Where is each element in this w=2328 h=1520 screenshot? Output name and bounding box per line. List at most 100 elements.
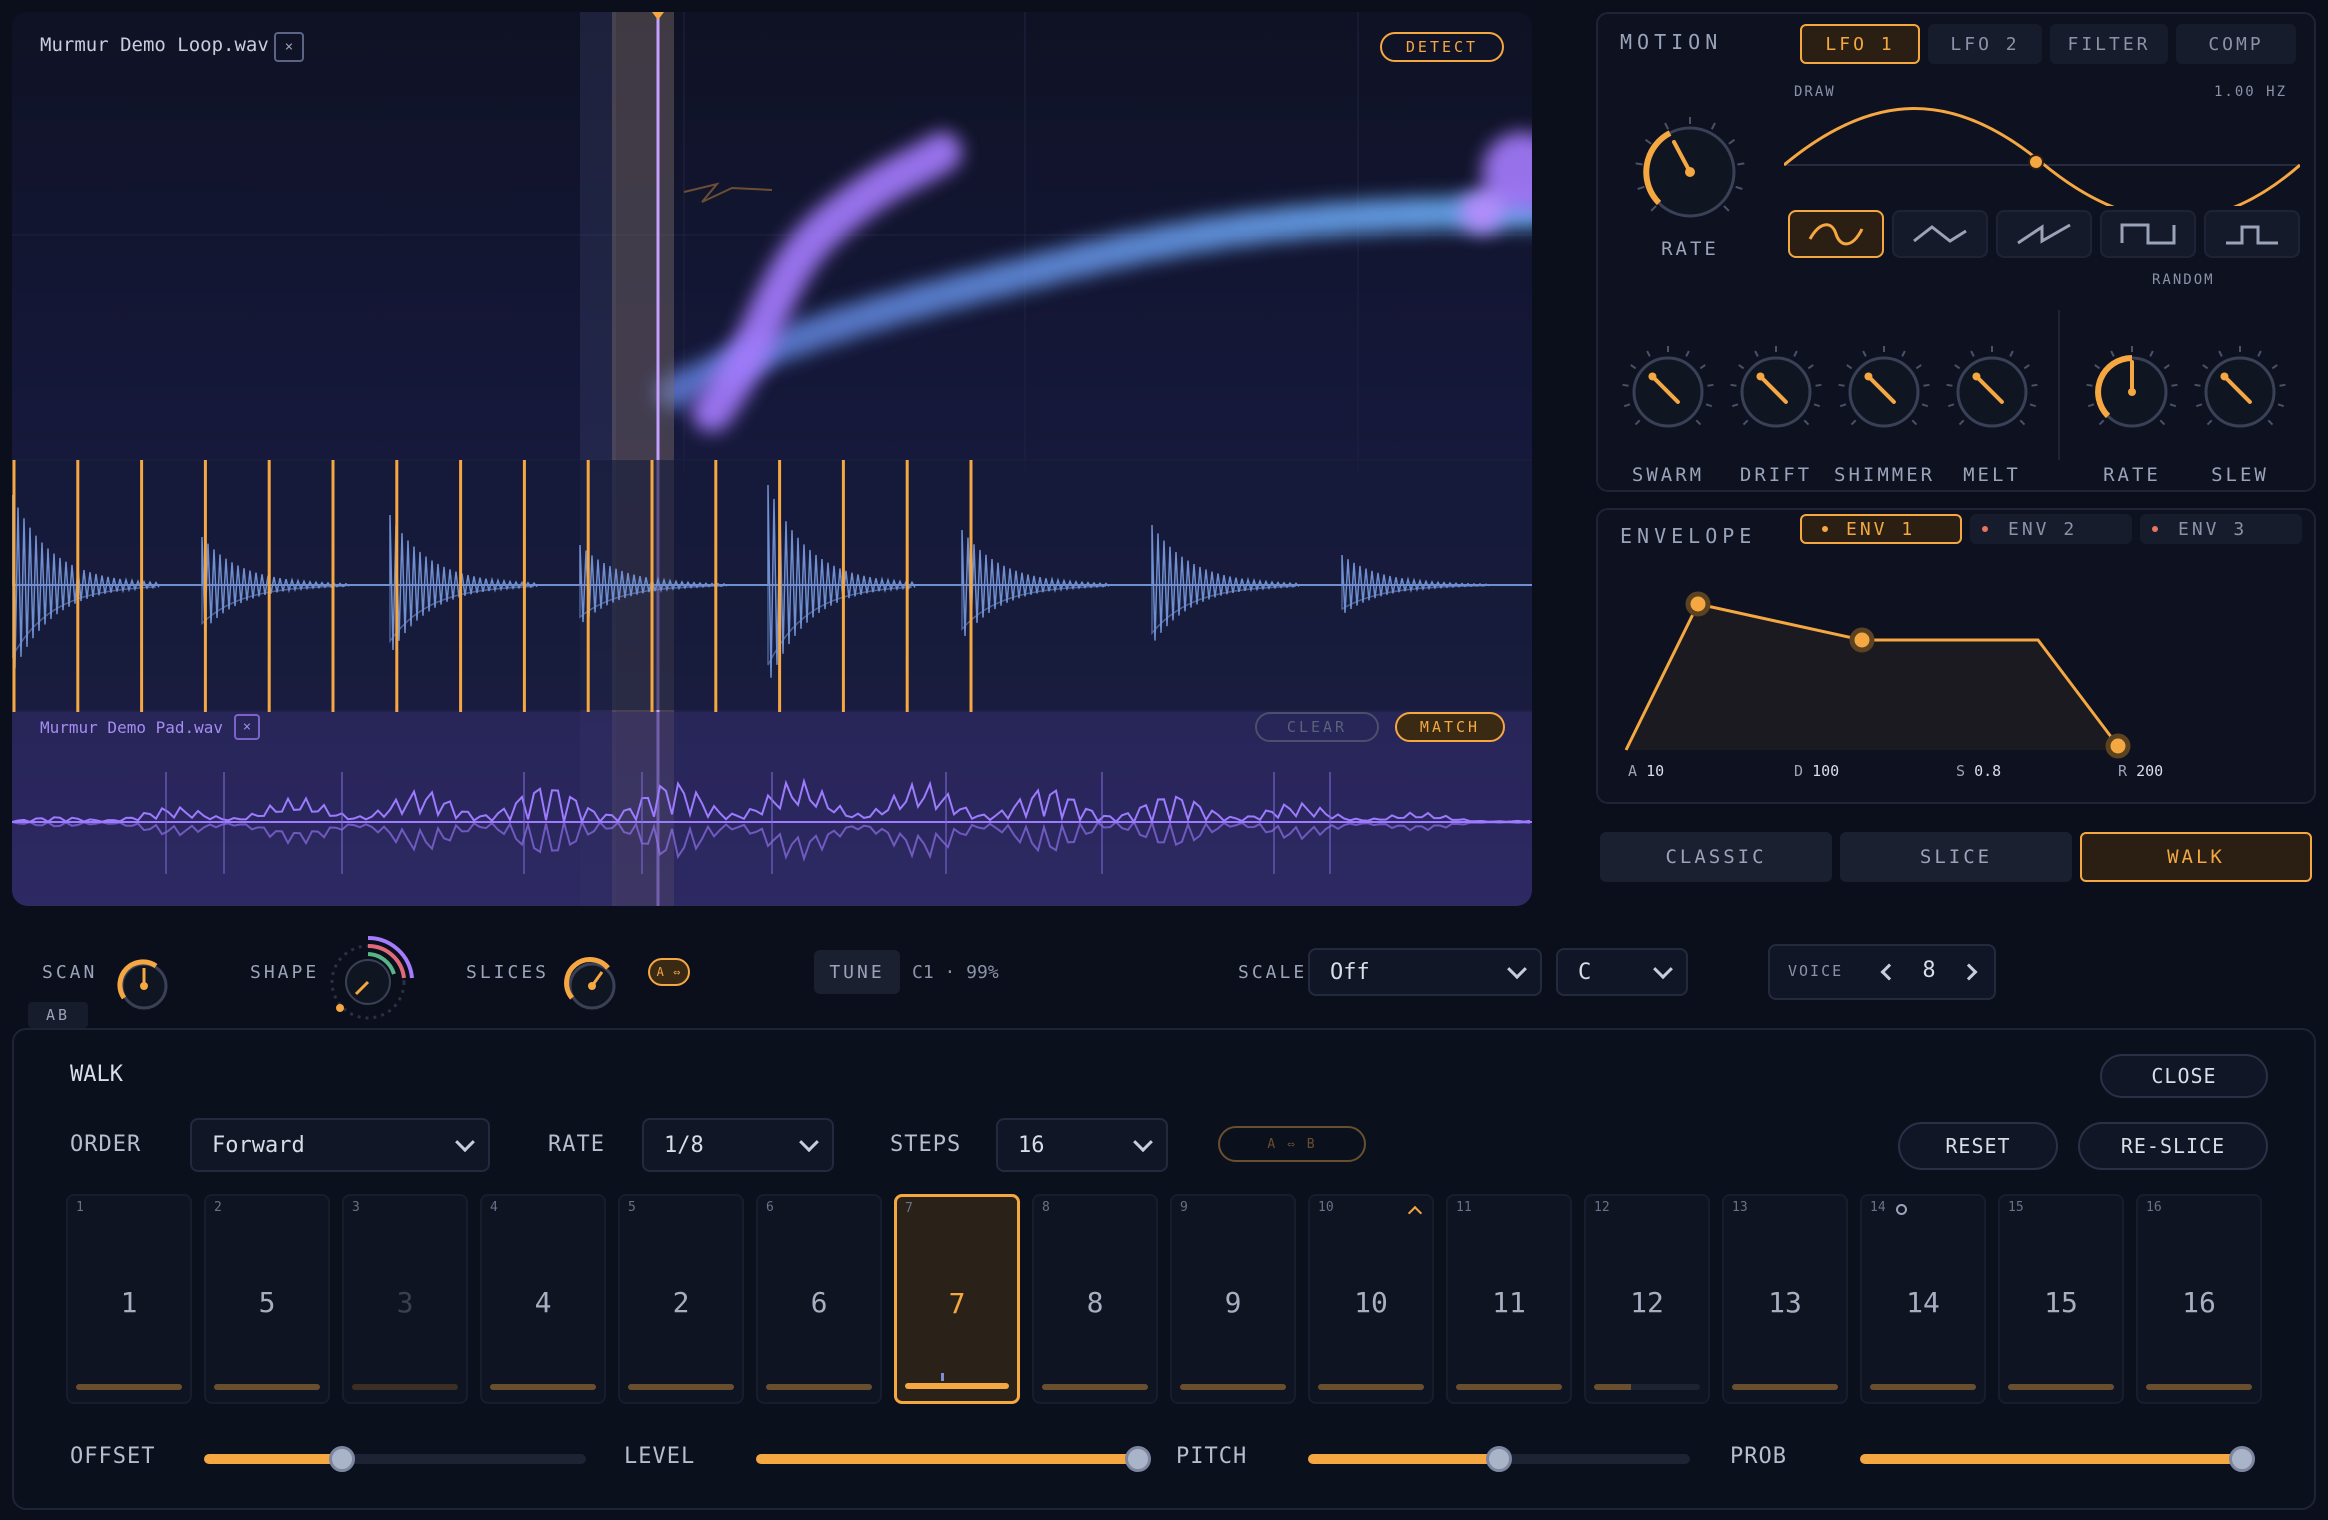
step-level-bar[interactable] [490,1384,596,1390]
voice-prev-button[interactable] [1874,954,1904,990]
step-level-bar[interactable] [766,1384,872,1390]
tab-filter[interactable]: FILTER [2050,24,2168,64]
knob-tick [2194,383,2201,387]
wave-square-button[interactable] [2100,210,2196,258]
shape-knob[interactable] [318,928,418,1028]
slider-level[interactable] [756,1446,1151,1472]
walk-step[interactable]: 99 [1170,1194,1296,1404]
lfo-draw-canvas[interactable] [1784,100,2300,206]
wave-sine-button[interactable] [1788,210,1884,258]
step-level-bar[interactable] [1318,1384,1424,1390]
step-level-bar[interactable] [1042,1384,1148,1390]
walk-step[interactable]: 88 [1032,1194,1158,1404]
step-level-bar[interactable] [1180,1384,1286,1390]
scale-select[interactable]: Off [1308,948,1542,996]
envelope-graph[interactable] [1618,550,2298,760]
step-level-bar[interactable] [2008,1384,2114,1390]
tab-lfo2[interactable]: LFO 2 [1928,24,2042,64]
step-level-bar[interactable] [2146,1384,2252,1390]
ab-toggle[interactable]: A ⇔ [648,958,690,986]
walk-step[interactable]: 11 11 [1446,1194,1572,1404]
detect-button[interactable]: DETECT [1380,32,1504,62]
walk-step[interactable]: 52 [618,1194,744,1404]
key-select[interactable]: C [1556,948,1688,996]
slider-pitch[interactable] [1308,1446,1690,1472]
knob-dial[interactable] [2082,340,2182,440]
close-loop-button[interactable]: × [274,32,304,62]
slider-thumb[interactable] [1486,1446,1512,1472]
clear-button[interactable]: CLEAR [1255,712,1379,742]
walk-step[interactable]: 66 [756,1194,882,1404]
knob-tick [1707,383,1714,387]
walk-step[interactable]: 77 [894,1194,1020,1404]
reset-button[interactable]: RESET [1898,1122,2058,1170]
close-pad-button[interactable]: × [234,714,260,740]
walk-step[interactable]: 15 15 [1998,1194,2124,1404]
close-button[interactable]: CLOSE [2100,1054,2268,1098]
step-level-bar[interactable] [628,1384,734,1390]
tab-comp[interactable]: COMP [2176,24,2296,64]
tab-env2[interactable]: ENV 2 [1970,514,2132,544]
mode-slice[interactable]: SLICE [1840,832,2072,882]
knob-dial[interactable] [1726,340,1826,440]
reslice-button[interactable]: RE-SLICE [2078,1122,2268,1170]
knob-slew-random[interactable]: SLEW [2190,340,2290,490]
slider-thumb[interactable] [328,1446,355,1472]
walk-step[interactable]: 44 [480,1194,606,1404]
knob-dial[interactable] [1834,340,1934,440]
scan-knob[interactable] [112,954,176,1018]
knob-drift[interactable]: DRIFT [1726,340,1826,490]
walk-step[interactable]: 25 [204,1194,330,1404]
step-level-bar[interactable] [1456,1384,1562,1390]
knob-dial[interactable] [1942,340,2042,440]
tab-env3[interactable]: ENV 3 [2140,514,2302,544]
slider-thumb[interactable] [1125,1446,1151,1472]
step-level-bar[interactable] [1594,1384,1700,1390]
knob-rate-random[interactable]: RATE [2082,340,2182,490]
walk-step[interactable]: 13 13 [1722,1194,1848,1404]
steps-select[interactable]: 16 [996,1118,1168,1172]
knob-shimmer[interactable]: SHIMMER [1834,340,1934,490]
walk-step[interactable]: 33 [342,1194,468,1404]
file-name-pad: Murmur Demo Pad.wav [40,718,224,737]
knob-tick [1685,350,1690,357]
slider-offset[interactable] [204,1446,586,1472]
step-level-bar[interactable] [1732,1384,1838,1390]
slider-prob[interactable] [1860,1446,2255,1472]
step-level-bar[interactable] [352,1384,458,1390]
lfo-rate-knob[interactable] [1632,114,1748,230]
step-level-bar[interactable] [1870,1384,1976,1390]
slices-knob[interactable] [560,954,624,1018]
mode-walk[interactable]: WALK [2080,832,2312,882]
knob-tick [1644,138,1652,145]
wave-pulse-button[interactable] [2204,210,2300,258]
tab-lfo1[interactable]: LFO 1 [1800,24,1920,64]
knob-swarm[interactable]: SWARM [1618,340,1718,490]
step-level-bar[interactable] [214,1384,320,1390]
waveform-panel[interactable]: Murmur Demo Loop.wav × DETECT Murmur Dem… [12,12,1532,906]
tab-env1[interactable]: ENV 1 [1800,514,1962,544]
slider-thumb[interactable] [2229,1446,2255,1472]
walk-step[interactable]: 12 12 [1584,1194,1710,1404]
tune-button[interactable]: TUNE [814,950,900,994]
match-button[interactable]: MATCH [1395,712,1505,742]
wave-saw-button[interactable] [1996,210,2092,258]
walk-step[interactable]: 10 10 [1308,1194,1434,1404]
walk-step[interactable]: 11 [66,1194,192,1404]
order-select[interactable]: Forward [190,1118,490,1172]
knob-dial[interactable] [1618,340,1718,440]
step-level-bar[interactable] [905,1383,1009,1389]
wave-triangle-button[interactable] [1892,210,1988,258]
waveform-canvas[interactable] [12,12,1532,906]
rate-select[interactable]: 1/8 [642,1118,834,1172]
knob-melt[interactable]: MELT [1942,340,2042,490]
knob-dial[interactable] [2190,340,2290,440]
voice-next-button[interactable] [1954,954,1984,990]
walk-ab-toggle[interactable]: A ⇔ B [1218,1126,1366,1162]
mode-classic[interactable]: CLASSIC [1600,832,1832,882]
step-level-bar[interactable] [76,1384,182,1390]
walk-step[interactable]: 14 14 [1860,1194,1986,1404]
walk-step[interactable]: 16 16 [2136,1194,2262,1404]
ab-badge[interactable]: AB [28,1002,88,1028]
slider-label: PROB [1730,1444,1787,1469]
